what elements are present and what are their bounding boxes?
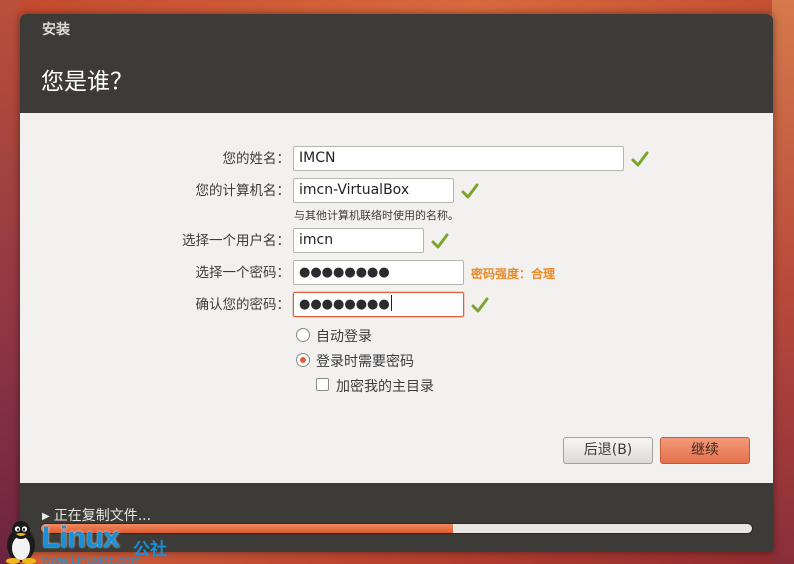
encrypt-home-label[interactable]: 加密我的主目录 bbox=[336, 376, 434, 396]
require-password-label[interactable]: 登录时需要密码 bbox=[316, 351, 414, 371]
page-title: 您是谁？ bbox=[41, 69, 133, 95]
check-icon bbox=[471, 297, 489, 313]
watermark-brand: Linux bbox=[42, 521, 120, 554]
window-title: 安装 bbox=[42, 22, 70, 38]
username-label: 选择一个用户名： bbox=[182, 233, 290, 249]
desktop-background-left bbox=[0, 0, 20, 564]
desktop-background-right bbox=[772, 0, 794, 564]
name-input[interactable]: IMCN bbox=[293, 146, 624, 171]
confirm-password-label: 确认您的密码： bbox=[195, 297, 291, 313]
password-input[interactable]: ●●●●●●●● bbox=[293, 260, 464, 285]
tux-penguin-icon bbox=[6, 521, 36, 564]
require-password-radio[interactable] bbox=[296, 353, 310, 367]
username-input[interactable]: imcn bbox=[293, 228, 424, 253]
check-icon bbox=[631, 151, 649, 167]
computer-name-label: 您的计算机名： bbox=[195, 183, 291, 199]
password-strength-label: 密码强度：合理 bbox=[471, 267, 556, 281]
auto-login-label[interactable]: 自动登录 bbox=[316, 326, 372, 346]
encrypt-home-checkbox[interactable] bbox=[316, 378, 329, 391]
name-label: 您的姓名： bbox=[222, 151, 291, 167]
check-icon bbox=[461, 183, 479, 199]
window-header: 安装 您是谁？ bbox=[20, 14, 773, 113]
user-form: 您的姓名： IMCN 您的计算机名： imcn-VirtualBox 与其他计算… bbox=[20, 113, 773, 483]
back-button[interactable]: 后退(B) bbox=[563, 437, 653, 464]
computer-name-input[interactable]: imcn-VirtualBox bbox=[293, 178, 454, 203]
auto-login-radio[interactable] bbox=[296, 328, 310, 342]
watermark-url: www.Linuxidc.com bbox=[42, 553, 141, 564]
confirm-password-value: ●●●●●●●● bbox=[299, 297, 390, 312]
confirm-password-input[interactable]: ●●●●●●●● bbox=[293, 292, 464, 317]
installer-window: 安装 您是谁？ 您的姓名： IMCN 您的计算机名： imcn-VirtualB… bbox=[20, 14, 773, 552]
text-cursor bbox=[390, 295, 392, 311]
continue-button[interactable]: 继续 bbox=[660, 437, 750, 464]
check-icon bbox=[431, 233, 449, 249]
password-label: 选择一个密码： bbox=[195, 265, 291, 281]
computer-name-hint: 与其他计算机联络时使用的名称。 bbox=[294, 209, 459, 222]
linuxidc-watermark: Linux 公社 www.Linuxidc.com bbox=[0, 517, 200, 564]
